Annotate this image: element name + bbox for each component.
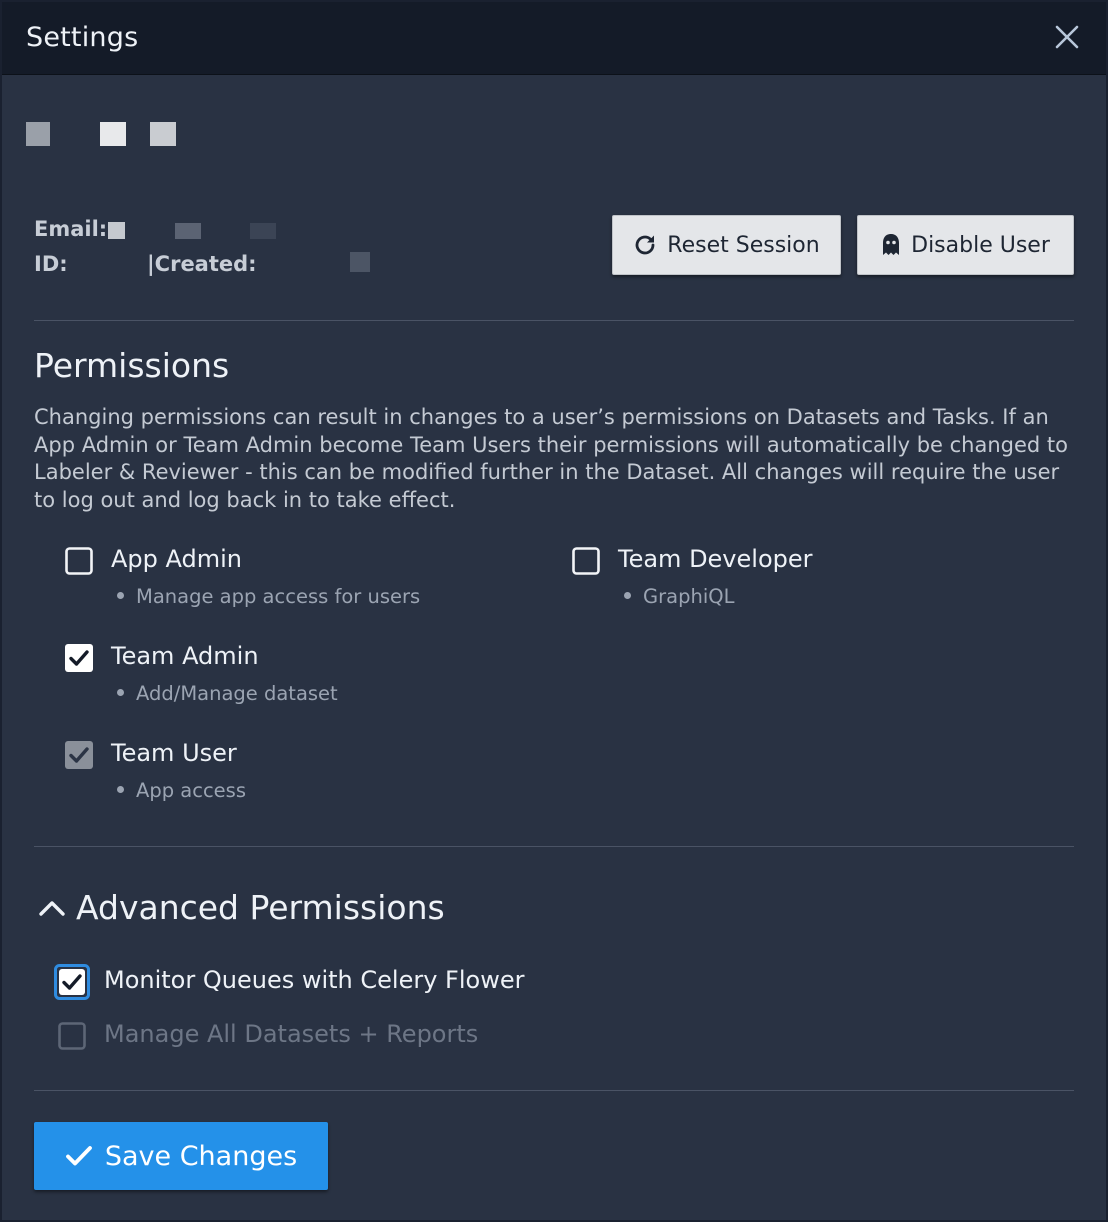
team-user-checkbox[interactable] <box>65 741 93 769</box>
bullet-icon <box>117 592 124 599</box>
divider-top <box>34 320 1074 321</box>
refresh-icon <box>633 233 657 257</box>
advanced-permissions-toggle[interactable]: Advanced Permissions <box>38 888 445 927</box>
dialog-header: Settings <box>2 2 1106 75</box>
advanced-permissions-title: Advanced Permissions <box>76 888 445 927</box>
redacted-email-3 <box>250 223 276 239</box>
divider-bottom <box>34 1090 1074 1091</box>
id-label: ID: <box>34 252 68 276</box>
redacted-created <box>350 252 370 272</box>
app-admin-detail: Manage app access for users <box>117 585 420 608</box>
chevron-up-icon <box>39 900 65 916</box>
close-icon <box>1055 25 1079 49</box>
disable-user-label: Disable User <box>911 232 1050 258</box>
checkmark-icon <box>65 1144 93 1168</box>
bullet-icon <box>624 592 631 599</box>
redacted-name-block-1 <box>26 122 50 146</box>
close-button[interactable] <box>1052 22 1082 52</box>
team-developer-checkbox[interactable] <box>572 547 600 575</box>
celery-flower-label: Monitor Queues with Celery Flower <box>104 966 525 994</box>
app-admin-label: App Admin <box>111 545 243 573</box>
save-changes-button[interactable]: Save Changes <box>34 1122 328 1190</box>
app-admin-checkbox[interactable] <box>65 547 93 575</box>
reset-session-label: Reset Session <box>667 232 820 258</box>
manage-datasets-label: Manage All Datasets + Reports <box>104 1020 479 1048</box>
team-admin-label: Team Admin <box>111 642 259 670</box>
team-developer-detail: GraphiQL <box>624 585 734 608</box>
redacted-name-block-3 <box>150 122 176 146</box>
ghost-icon <box>881 233 901 257</box>
save-changes-label: Save Changes <box>104 1140 298 1172</box>
team-admin-detail: Add/Manage dataset <box>117 682 338 705</box>
redacted-email-1 <box>108 222 125 239</box>
redacted-name-block-2 <box>100 122 126 146</box>
team-user-detail: App access <box>117 779 246 802</box>
permissions-title: Permissions <box>34 346 230 385</box>
celery-flower-checkbox[interactable] <box>54 964 90 1000</box>
reset-session-button[interactable]: Reset Session <box>612 215 841 275</box>
divider-middle <box>34 846 1074 847</box>
redacted-email-2 <box>175 223 201 239</box>
created-label: |Created: <box>147 252 257 276</box>
permissions-description: Changing permissions can result in chang… <box>34 405 1068 512</box>
team-user-label: Team User <box>111 739 237 767</box>
team-developer-label: Team Developer <box>618 545 813 573</box>
bullet-icon <box>117 786 124 793</box>
bullet-icon <box>117 689 124 696</box>
manage-datasets-checkbox[interactable] <box>58 1022 86 1050</box>
disable-user-button[interactable]: Disable User <box>857 215 1074 275</box>
dialog-title: Settings <box>26 22 139 53</box>
settings-dialog: Settings Email: ID: |Created: Reset Sess… <box>0 0 1108 1222</box>
team-admin-checkbox[interactable] <box>65 644 93 672</box>
email-label: Email: <box>34 217 108 241</box>
